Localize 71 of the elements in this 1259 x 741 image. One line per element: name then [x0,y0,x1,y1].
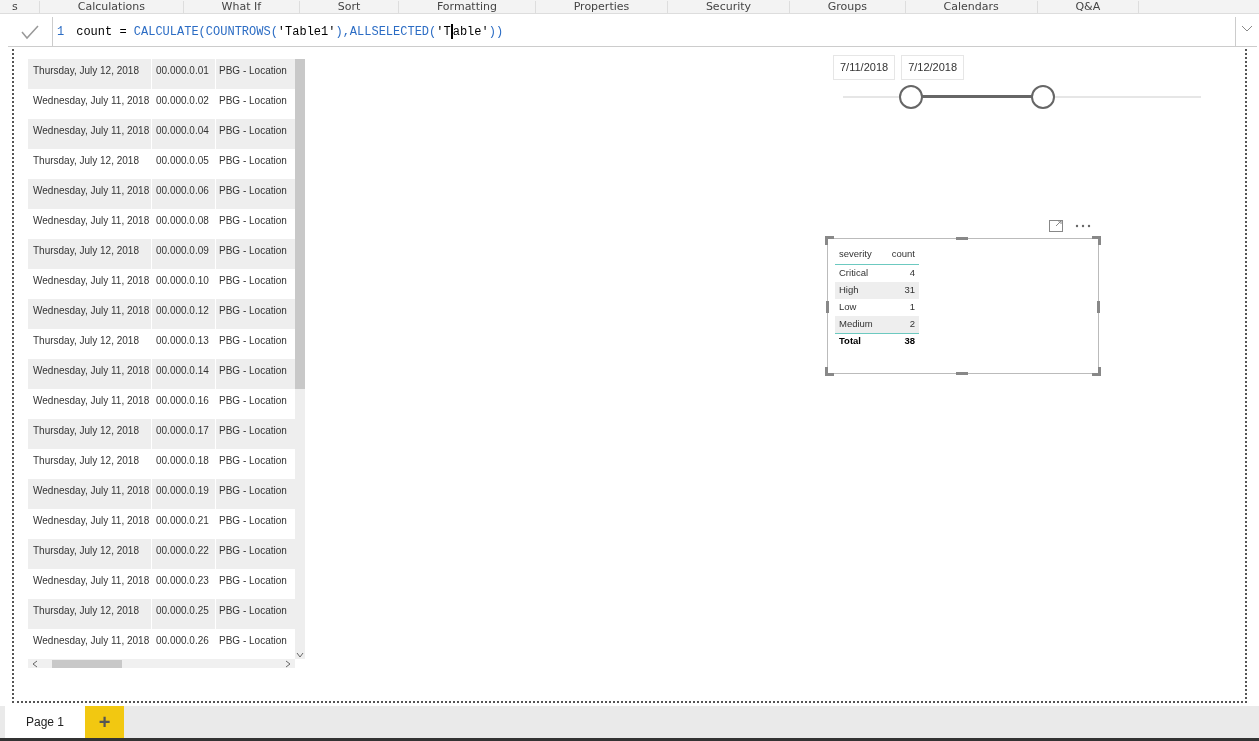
table-cell-text: PBG - Location [218,484,288,498]
table-cell-text: PBG - Location [218,94,288,108]
resize-handle[interactable] [1092,366,1101,376]
resize-handle[interactable] [826,300,829,313]
table-cell-text: PBG - Location [218,274,288,288]
table-cell-text: 1 [908,299,916,314]
end-date-field[interactable]: 7/12/2018 [901,55,965,80]
table-cell-text: PBG - Location [218,514,288,528]
table-cell-text: 31 [903,282,916,297]
slider-handle[interactable] [899,84,923,109]
text-cursor [450,23,453,39]
table-cell-text: Medium [838,316,874,331]
page-tab[interactable]: Page 1 [5,706,86,738]
ribbon-group-label[interactable]: Properties [535,1,669,13]
table-cell-text: Low [838,299,858,314]
resize-handle[interactable] [1097,300,1100,313]
table-cell-text: 4 [908,265,916,280]
resize-handle[interactable] [825,366,834,376]
resize-handle[interactable] [825,235,834,245]
table-cell-text: PBG - Location [218,184,288,198]
start-date-field[interactable]: 7/11/2018 [833,55,896,80]
table-cell-text: PBG - Location [218,424,288,438]
table-cell-text: Critical [838,265,870,280]
ribbon-group-label[interactable]: s [0,1,40,13]
check-icon [20,23,40,40]
ribbon-group-label[interactable]: Calculations [40,1,184,13]
chevron-down-icon [295,651,305,659]
table-cell-text: PBG - Location [218,394,288,408]
ribbon-group-label[interactable]: Security [668,1,790,13]
table-cell-text: High [838,282,860,297]
column-header: count [890,246,916,261]
table-cell-text: PBG - Location [218,604,288,618]
ribbon-group-label[interactable]: What If [183,1,300,13]
table-cell-text: PBG - Location [218,334,288,348]
table-cell-text: PBG - Location [218,154,288,168]
date-range-slider[interactable] [843,83,1201,110]
focus-mode-icon[interactable] [1049,219,1063,232]
total-label: Total [838,334,862,349]
add-page-button[interactable]: + [85,706,125,738]
table-cell-text: 2 [908,316,916,331]
more-options-icon[interactable] [1075,223,1091,228]
slider-handle[interactable] [1031,84,1056,109]
table-cell-text: PBG - Location [218,454,288,468]
formula-editor[interactable]: 1 count = CALCULATE(COUNTROWS('Table1'),ALLSELECTED('T able')) [52,17,1235,46]
resize-handle[interactable] [956,236,968,240]
chevron-down-icon [1240,25,1253,32]
dax-formula: count = CALCULATE(COUNTROWS('Table1'),ALLSELECTED('T able')) [76,22,504,41]
table-cell-text: PBG - Location [218,634,288,648]
table-cell-text: PBG - Location [218,244,288,258]
table-cell-text: PBG - Location [218,544,288,558]
chevron-left-icon [32,659,38,668]
table-cell-text: PBG - Location [218,304,288,318]
ribbon-group-label[interactable]: Sort [299,1,400,13]
table-visual[interactable]: severity count Critical 4 High 31 Low 1 Medium 2 Total 38 [827,237,1099,374]
table-cell-text: PBG - Location [218,214,288,228]
table-cell-text: PBG - Location [218,64,288,78]
resize-handle[interactable] [1092,235,1101,245]
ribbon-group-label[interactable]: Groups [789,1,906,13]
column-header: severity [838,246,873,261]
chevron-right-icon [285,659,291,668]
table-cell-text: PBG - Location [218,574,288,588]
ribbon-group-label[interactable]: Calendars [905,1,1038,13]
vertical-scrollbar[interactable] [295,59,305,659]
ribbon-group-label[interactable]: Formatting [399,1,536,13]
ribbon-group-label[interactable]: Q&A [1037,1,1139,13]
line-number: 1 [56,23,66,41]
resize-handle[interactable] [956,371,968,375]
table-cell-text: PBG - Location [218,364,288,378]
total-value: 38 [903,334,916,349]
table-cell-text: PBG - Location [218,124,288,138]
horizontal-scrollbar[interactable] [28,659,295,668]
